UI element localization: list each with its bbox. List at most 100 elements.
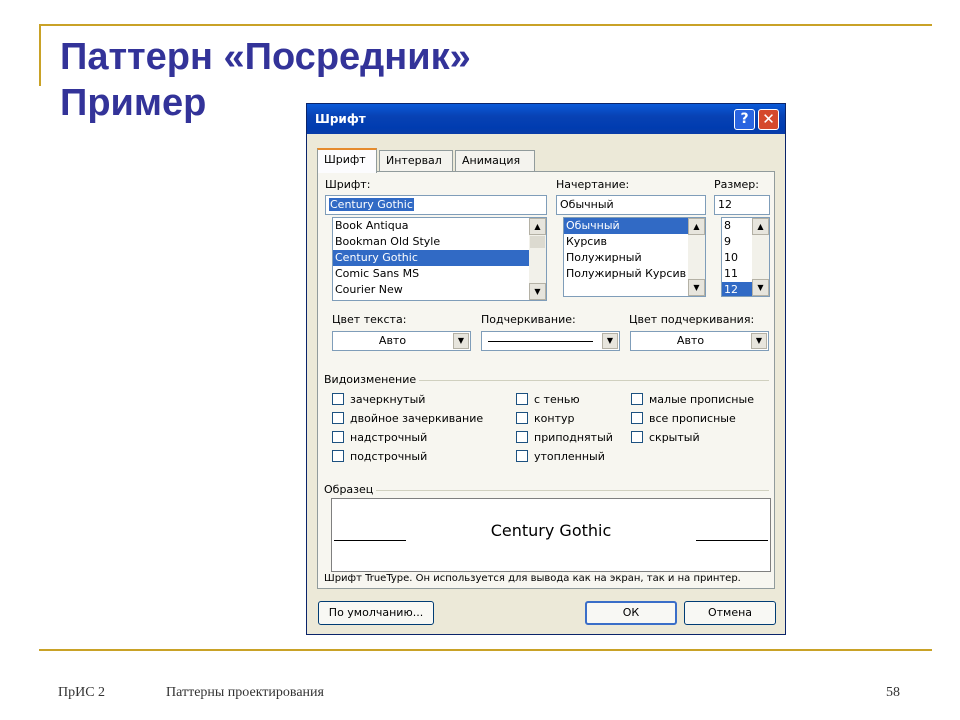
- all-caps-checkbox[interactable]: все прописные: [631, 412, 736, 425]
- style-list-item[interactable]: Курсив: [564, 234, 705, 250]
- emboss-checkbox[interactable]: приподнятый: [516, 431, 613, 444]
- underline-label: Подчеркивание:: [481, 313, 576, 326]
- scroll-down-icon[interactable]: ▼: [529, 283, 546, 300]
- checkbox-box[interactable]: [332, 450, 344, 462]
- superscript-checkbox[interactable]: надстрочный: [332, 431, 427, 444]
- checkbox-box[interactable]: [516, 431, 528, 443]
- tab-animation[interactable]: Анимация: [455, 150, 535, 171]
- font-list-item[interactable]: Courier New: [333, 282, 546, 298]
- size-input[interactable]: 12: [714, 195, 770, 215]
- checkbox-label: с тенью: [534, 393, 580, 406]
- default-button[interactable]: По умолчанию...: [318, 601, 434, 625]
- text-color-select[interactable]: Авто ▼: [332, 331, 471, 351]
- scroll-up-icon[interactable]: ▲: [688, 218, 705, 235]
- font-scrollbar[interactable]: ▲ ▼: [529, 218, 546, 300]
- outline-checkbox[interactable]: контур: [516, 412, 574, 425]
- sample-text: Century Gothic: [490, 521, 612, 540]
- style-scrollbar[interactable]: ▲ ▼: [688, 218, 705, 296]
- sample-title: Образец: [324, 483, 377, 496]
- font-type-hint: Шрифт TrueType. Он используется для выво…: [324, 573, 741, 584]
- checkbox-label: зачеркнутый: [350, 393, 426, 406]
- checkbox-label: надстрочный: [350, 431, 428, 444]
- chevron-down-icon[interactable]: ▼: [453, 333, 469, 349]
- checkbox-box[interactable]: [631, 393, 643, 405]
- style-listbox[interactable]: Обычный Курсив Полужирный Полужирный Кур…: [563, 217, 706, 297]
- hidden-checkbox[interactable]: скрытый: [631, 431, 700, 444]
- font-list-item[interactable]: Bookman Old Style: [333, 234, 546, 250]
- checkbox-box[interactable]: [631, 412, 643, 424]
- slide-bottom-rule: [39, 649, 932, 651]
- checkbox-label: приподнятый: [534, 431, 613, 444]
- chevron-down-icon[interactable]: ▼: [751, 333, 767, 349]
- font-list-item-selected[interactable]: Century Gothic: [333, 250, 546, 266]
- small-caps-checkbox[interactable]: малые прописные: [631, 393, 754, 406]
- strikethrough-checkbox[interactable]: зачеркнутый: [332, 393, 425, 406]
- checkbox-box[interactable]: [516, 393, 528, 405]
- page-number: 58: [886, 685, 900, 700]
- slide-top-rule: [39, 24, 932, 26]
- underline-color-label: Цвет подчеркивания:: [629, 313, 755, 326]
- underline-color-select[interactable]: Авто ▼: [630, 331, 769, 351]
- checkbox-box[interactable]: [631, 431, 643, 443]
- text-color-label: Цвет текста:: [332, 313, 407, 326]
- checkbox-label: все прописные: [649, 412, 736, 425]
- size-listbox[interactable]: 8 9 10 11 12 ▲ ▼: [721, 217, 770, 297]
- checkbox-box[interactable]: [516, 450, 528, 462]
- dialog-titlebar[interactable]: Шрифт ? ✕: [307, 104, 785, 134]
- cancel-button[interactable]: Отмена: [684, 601, 776, 625]
- checkbox-box[interactable]: [332, 412, 344, 424]
- checkbox-label: утопленный: [534, 450, 605, 463]
- checkbox-box[interactable]: [332, 393, 344, 405]
- ok-button[interactable]: ОК: [585, 601, 677, 625]
- style-input[interactable]: Обычный: [556, 195, 706, 215]
- scroll-down-icon[interactable]: ▼: [688, 279, 705, 296]
- style-label: Начертание:: [556, 178, 630, 191]
- style-list-item[interactable]: Полужирный: [564, 250, 705, 266]
- footer-topic: Паттерны проектирования: [166, 685, 324, 700]
- checkbox-label: контур: [534, 412, 575, 425]
- font-scroll-thumb[interactable]: [530, 236, 545, 248]
- font-label: Шрифт:: [325, 178, 371, 191]
- footer-course: ПрИС 2: [58, 685, 106, 700]
- tab-spacing[interactable]: Интервал: [379, 150, 453, 171]
- engrave-checkbox[interactable]: утопленный: [516, 450, 605, 463]
- font-list-item[interactable]: Comic Sans MS: [333, 266, 546, 282]
- checkbox-box[interactable]: [332, 431, 344, 443]
- slide-title-line1: Паттерн «Посредник»: [60, 36, 471, 78]
- checkbox-box[interactable]: [516, 412, 528, 424]
- checkbox-label: скрытый: [649, 431, 700, 444]
- sample-preview: Century Gothic: [331, 498, 771, 572]
- chevron-down-icon[interactable]: ▼: [602, 333, 618, 349]
- size-scrollbar[interactable]: ▲ ▼: [752, 218, 769, 296]
- font-input-value: Century Gothic: [329, 198, 414, 211]
- double-strikethrough-checkbox[interactable]: двойное зачеркивание: [332, 412, 483, 425]
- slide-title-line2: Пример: [60, 82, 207, 124]
- underline-style-preview: [488, 341, 593, 342]
- style-list-item[interactable]: Полужирный Курсив: [564, 266, 705, 282]
- font-list-item[interactable]: Book Antiqua: [333, 218, 546, 234]
- style-list-item-selected[interactable]: Обычный: [564, 218, 705, 234]
- effects-title: Видоизменение: [324, 373, 420, 386]
- sample-right-rule: [696, 540, 768, 541]
- text-color-value: Авто: [378, 334, 407, 347]
- scroll-up-icon[interactable]: ▲: [752, 218, 769, 235]
- font-listbox[interactable]: Book Antiqua Bookman Old Style Century G…: [332, 217, 547, 301]
- font-dialog: Шрифт ? ✕ Шрифт Интервал Анимация Шрифт:…: [306, 103, 786, 635]
- shadow-checkbox[interactable]: с тенью: [516, 393, 580, 406]
- sample-left-rule: [334, 540, 406, 541]
- font-input[interactable]: Century Gothic: [325, 195, 547, 215]
- checkbox-label: подстрочный: [350, 450, 428, 463]
- subscript-checkbox[interactable]: подстрочный: [332, 450, 427, 463]
- tab-font[interactable]: Шрифт: [317, 148, 377, 173]
- scroll-down-icon[interactable]: ▼: [752, 279, 769, 296]
- size-label: Размер:: [714, 178, 759, 191]
- dialog-title: Шрифт: [315, 112, 366, 126]
- underline-color-value: Авто: [676, 334, 705, 347]
- help-icon[interactable]: ?: [734, 109, 755, 130]
- close-icon[interactable]: ✕: [758, 109, 779, 130]
- checkbox-label: малые прописные: [649, 393, 754, 406]
- underline-select[interactable]: ▼: [481, 331, 620, 351]
- checkbox-label: двойное зачеркивание: [350, 412, 484, 425]
- sample-divider: [325, 490, 769, 491]
- scroll-up-icon[interactable]: ▲: [529, 218, 546, 235]
